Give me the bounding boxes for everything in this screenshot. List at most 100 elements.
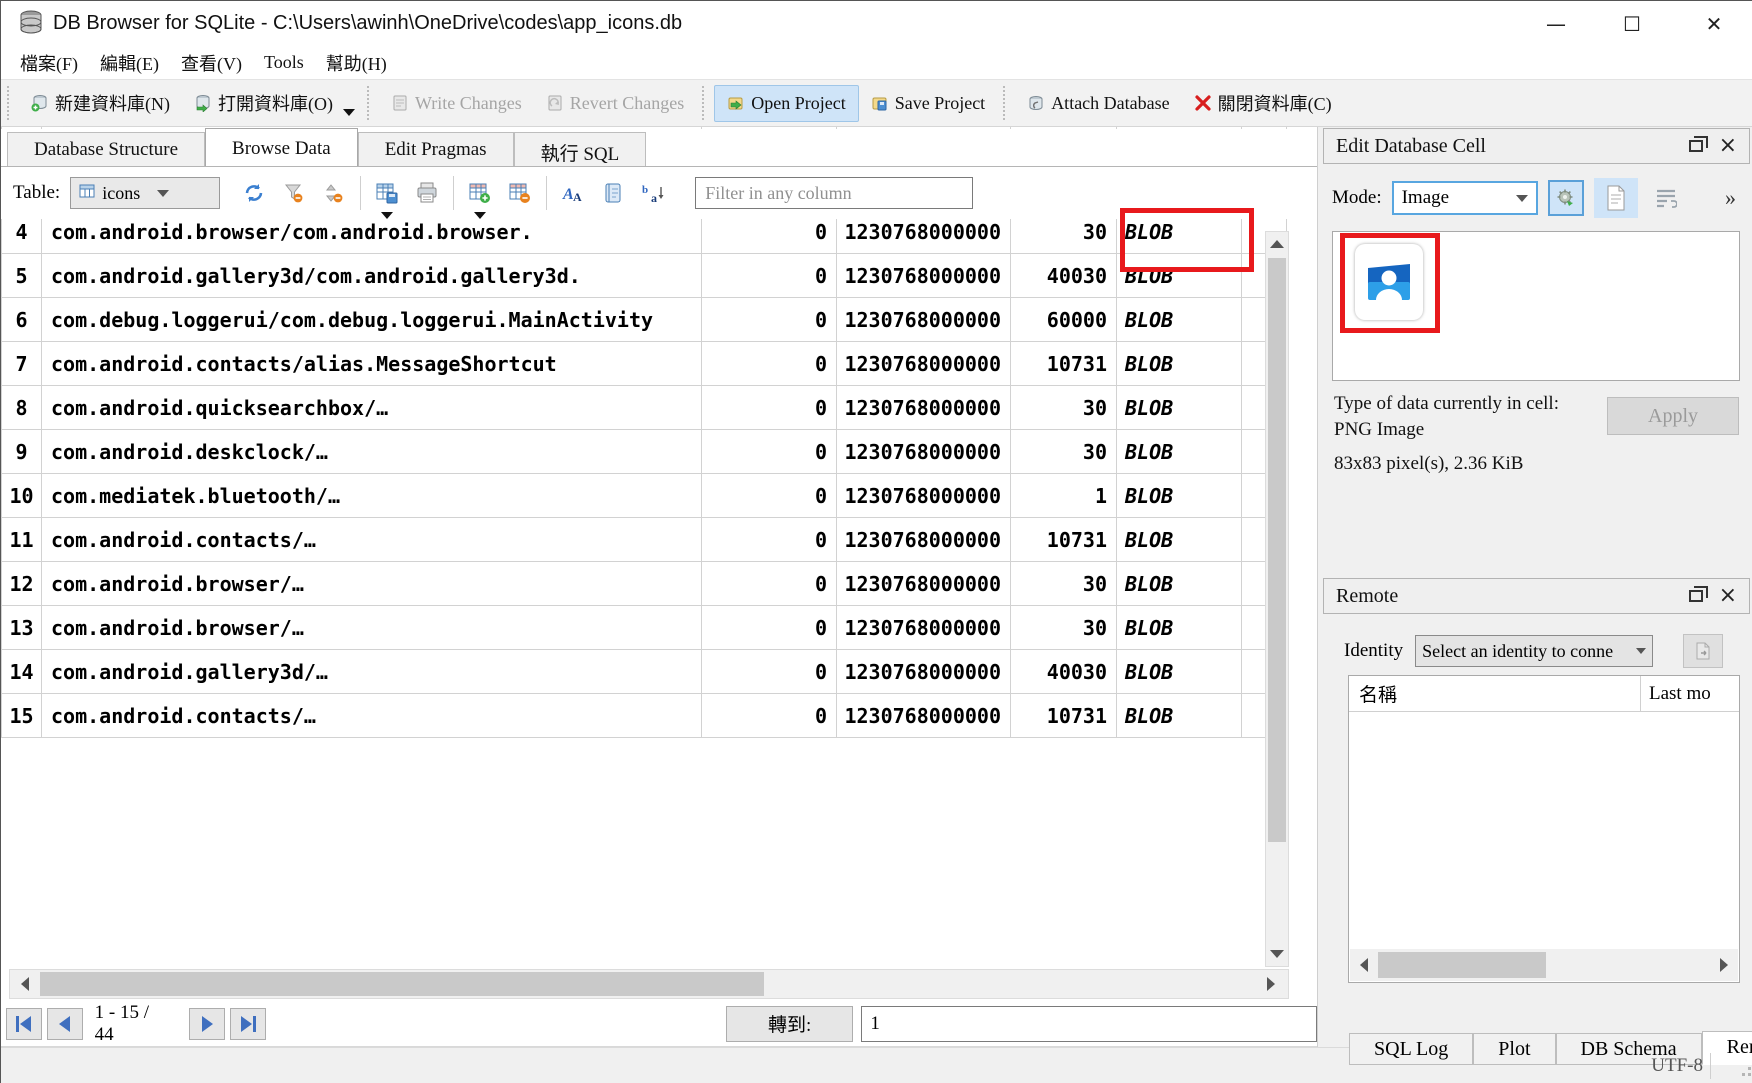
row-number[interactable]: 6 [2,298,42,342]
cell-version[interactable]: 10731 [1011,518,1117,562]
cell-lastUpdated[interactable]: 1230768000000 [837,694,1011,738]
open-project-button[interactable]: Open Project [714,85,858,122]
cell-componentName[interactable]: com.android.contacts/alias.MessageShortc… [42,342,702,386]
cell-lastUpdated[interactable]: 1230768000000 [837,342,1011,386]
cell-lastUpdated[interactable]: 1230768000000 [837,254,1011,298]
clear-filters-button[interactable] [274,175,314,211]
dock-tab-sql-log[interactable]: SQL Log [1349,1033,1473,1065]
row-number[interactable]: 12 [2,562,42,606]
cell-version[interactable]: 1 [1011,474,1117,518]
maximize-button[interactable]: ☐ [1609,9,1655,39]
cell-componentName[interactable]: com.android.gallery3d/com.android.galler… [42,254,702,298]
dock-tab-plot[interactable]: Plot [1473,1033,1555,1065]
cell-componentName[interactable]: com.android.contacts/… [42,694,702,738]
cell-componentName[interactable]: com.mediatek.bluetooth/… [42,474,702,518]
save-table-button[interactable] [367,175,407,211]
tab-edit-pragmas[interactable]: Edit Pragmas [358,132,514,166]
cell-icon-blob[interactable]: BLOB [1117,650,1242,694]
new-database-button[interactable]: 新建資料庫(N) [19,83,182,123]
tab-execute-sql[interactable]: 執行 SQL [514,132,647,166]
identity-import-button[interactable] [1683,634,1723,668]
cell-profileId[interactable]: 0 [702,430,837,474]
cell-profileId[interactable]: 0 [702,298,837,342]
cell-profileId[interactable]: 0 [702,694,837,738]
cell-lastUpdated[interactable]: 1230768000000 [837,562,1011,606]
scroll-down-icon[interactable] [1266,942,1288,966]
menu-help[interactable]: 幫助(H) [315,47,398,79]
cell-componentName[interactable]: com.android.quicksearchbox/… [42,386,702,430]
cell-componentName[interactable]: com.android.browser/… [42,606,702,650]
close-button[interactable]: ✕ [1691,9,1737,39]
insert-record-button[interactable] [460,175,500,211]
scroll-right-icon[interactable] [1256,970,1286,998]
save-project-button[interactable]: Save Project [859,86,997,121]
cell-version[interactable]: 40030 [1011,254,1117,298]
mode-select[interactable]: Image [1392,181,1538,215]
close-panel-icon[interactable]: × [1719,585,1737,607]
previous-page-button[interactable] [47,1008,83,1040]
insert-record-dropdown-icon[interactable] [474,212,486,219]
font-format-button[interactable]: AA [553,175,593,211]
open-database-button[interactable]: 打開資料庫(O) [182,83,345,123]
menu-file[interactable]: 檔案(F) [9,47,89,79]
word-wrap-button[interactable] [1648,180,1684,216]
cell-profileId[interactable]: 0 [702,474,837,518]
row-number[interactable]: 10 [2,474,42,518]
cell-version[interactable]: 40030 [1011,650,1117,694]
attach-database-button[interactable]: Attach Database [1015,86,1181,121]
cell-profileId[interactable]: 0 [702,606,837,650]
cell-lastUpdated[interactable]: 1230768000000 [837,606,1011,650]
refresh-button[interactable] [234,175,274,211]
cell-version[interactable]: 10731 [1011,694,1117,738]
clear-sorting-button[interactable] [314,175,354,211]
cell-componentName[interactable]: com.debug.loggerui/com.debug.loggerui.Ma… [42,298,702,342]
cell-profileId[interactable]: 0 [702,562,837,606]
table-select[interactable]: icons [70,177,220,209]
row-number[interactable]: 9 [2,430,42,474]
grid-vertical-scrollbar[interactable] [1265,231,1289,967]
tab-browse-data[interactable]: Browse Data [205,128,358,166]
cell-version[interactable]: 60000 [1011,298,1117,342]
goto-record-input[interactable] [861,1006,1317,1042]
tab-database-structure[interactable]: Database Structure [7,132,205,166]
menu-tools[interactable]: Tools [253,49,315,76]
apply-button[interactable]: Apply [1607,397,1739,435]
notebook-button[interactable] [593,175,633,211]
grid-horizontal-scrollbar[interactable] [9,969,1289,999]
cell-lastUpdated[interactable]: 1230768000000 [837,430,1011,474]
cell-componentName[interactable]: com.android.gallery3d/… [42,650,702,694]
menu-edit[interactable]: 編輯(E) [89,47,170,79]
sort-alpha-button[interactable]: ba [633,175,673,211]
remote-list-scrollbar[interactable] [1350,949,1738,981]
minimize-button[interactable]: — [1533,9,1579,39]
encoding-label[interactable]: UTF-8 [1651,1055,1703,1077]
remote-col-name[interactable]: 名稱 [1349,676,1641,711]
goto-button[interactable]: 轉到: [726,1006,853,1042]
cell-version[interactable]: 30 [1011,386,1117,430]
cell-lastUpdated[interactable]: 1230768000000 [837,386,1011,430]
remote-col-last-modified[interactable]: Last mo [1641,683,1711,705]
print-button[interactable] [407,175,447,211]
cell-icon-blob[interactable]: BLOB [1117,694,1242,738]
cell-version[interactable]: 10731 [1011,342,1117,386]
close-panel-icon[interactable]: × [1719,135,1737,157]
horizontal-scroll-thumb[interactable] [1378,952,1546,978]
row-number[interactable]: 15 [2,694,42,738]
float-panel-icon[interactable] [1689,140,1703,152]
revert-changes-button[interactable]: Revert Changes [534,86,696,121]
row-number[interactable]: 13 [2,606,42,650]
cell-lastUpdated[interactable]: 1230768000000 [837,474,1011,518]
cell-componentName[interactable]: com.android.contacts/… [42,518,702,562]
last-page-button[interactable] [230,1008,266,1040]
cell-icon-blob[interactable]: BLOB [1117,474,1242,518]
cell-version[interactable]: 30 [1011,606,1117,650]
cell-icon-blob[interactable]: BLOB [1117,342,1242,386]
cell-lastUpdated[interactable]: 1230768000000 [837,650,1011,694]
import-data-button[interactable] [1548,180,1584,216]
row-number[interactable]: 7 [2,342,42,386]
cell-lastUpdated[interactable]: 1230768000000 [837,298,1011,342]
row-number[interactable]: 14 [2,650,42,694]
cell-icon-blob[interactable]: BLOB [1117,518,1242,562]
delete-record-button[interactable] [500,175,540,211]
cell-profileId[interactable]: 0 [702,518,837,562]
